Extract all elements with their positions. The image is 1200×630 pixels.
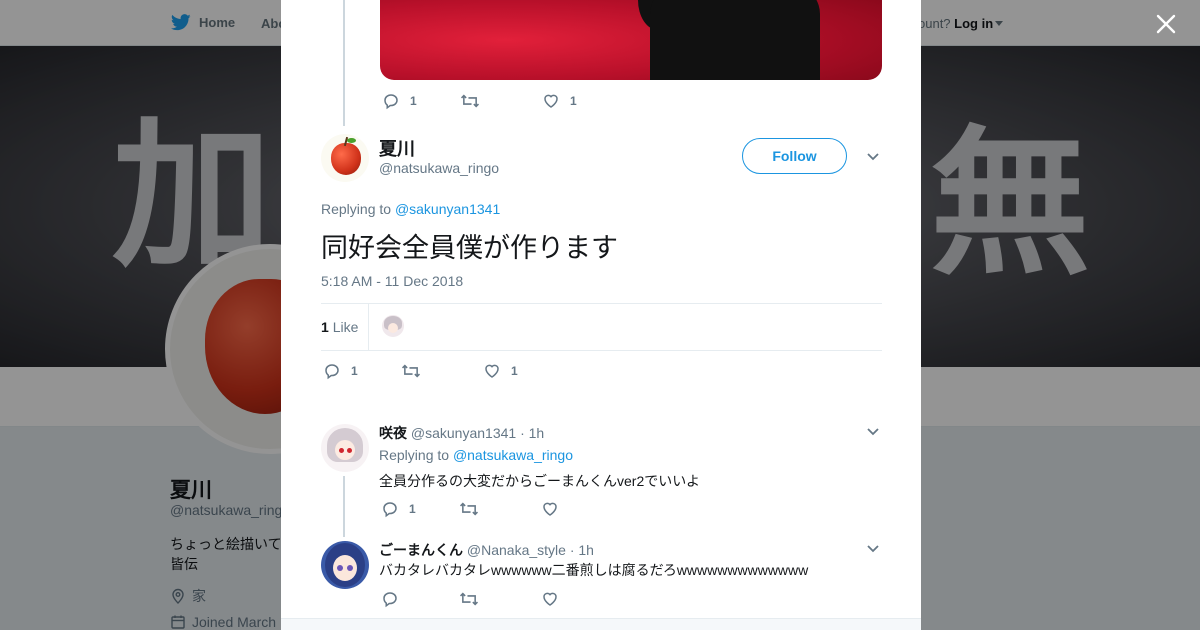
main-tweet-handle[interactable]: @natsukawa_ringo	[379, 160, 499, 176]
like-count: 1	[511, 364, 518, 378]
retweet-icon	[401, 364, 421, 378]
reply-avatar[interactable]	[321, 541, 369, 589]
thread-line-reply	[343, 476, 345, 537]
reply-author-handle[interactable]: @Nanaka_style	[467, 542, 566, 558]
reply-icon	[325, 364, 339, 380]
heart-icon	[544, 94, 558, 108]
likes-stat-label: Like	[332, 319, 359, 335]
replying-to-link[interactable]: @natsukawa_ringo	[453, 447, 573, 463]
reply-button[interactable]: 1	[382, 92, 460, 110]
replying-prefix: Replying to	[379, 447, 450, 463]
reply-icon	[383, 592, 397, 608]
reply-button[interactable]: 1	[381, 500, 459, 518]
like-button[interactable]: 1	[542, 92, 577, 110]
retweet-button[interactable]	[401, 362, 483, 380]
avatar-face	[335, 440, 355, 460]
chevron-down-icon[interactable]	[866, 150, 880, 168]
likes-stat[interactable]: 1 Like	[321, 319, 358, 335]
reply-actions: 1	[381, 500, 559, 518]
retweet-icon	[459, 502, 479, 516]
close-icon[interactable]	[1154, 12, 1178, 36]
replying-to-link[interactable]: @sakunyan1341	[395, 201, 500, 217]
reply-header: 咲夜 @sakunyan1341 · 1h	[379, 423, 544, 443]
reply-count: 1	[409, 502, 416, 516]
heart-icon	[543, 592, 557, 606]
main-tweet-name[interactable]: 夏川	[379, 135, 415, 161]
liker-avatar[interactable]	[382, 315, 404, 337]
main-tweet-timestamp[interactable]: 5:18 AM - 11 Dec 2018	[321, 273, 463, 289]
reply-count: 1	[351, 364, 358, 378]
reply-actions	[381, 590, 559, 608]
avatar-eye	[337, 565, 343, 571]
retweet-button[interactable]	[459, 590, 541, 608]
retweet-button[interactable]	[459, 500, 541, 518]
main-tweet-actions: 1 1	[323, 362, 518, 380]
reply-text: バカタレバカタレwwwwww二番煎しは腐るだろwwwwwwwwwwwww	[379, 562, 809, 578]
avatar-eye	[339, 448, 344, 453]
reply-avatar[interactable]	[321, 424, 369, 472]
thread-line-top	[343, 0, 345, 126]
like-button[interactable]	[541, 500, 559, 518]
avatar-eye	[347, 448, 352, 453]
reply-icon	[384, 94, 398, 110]
retweet-icon	[460, 94, 480, 108]
reply-author-handle[interactable]: @sakunyan1341	[411, 425, 516, 441]
retweet-icon	[459, 592, 479, 606]
apple-leaf	[347, 138, 356, 143]
tweet-stats: 1 Like	[321, 303, 882, 351]
reply-button[interactable]: 1	[323, 362, 401, 380]
previous-tweet-media[interactable]	[380, 0, 882, 80]
reply-icon	[383, 502, 397, 518]
reply-text: 全員分作るの大変だからごーまんくんver2でいいよ	[379, 473, 700, 489]
replying-prefix: Replying to	[321, 201, 392, 217]
reply-replying-to: Replying to @natsukawa_ringo	[379, 447, 573, 463]
heart-icon	[543, 502, 557, 516]
like-count: 1	[570, 94, 577, 108]
reply-author-name[interactable]: 咲夜	[379, 425, 407, 441]
tweet-modal: 1 1 夏川 @natsukawa_ringo Follow Replying …	[281, 0, 921, 630]
likes-stat-count: 1	[321, 319, 329, 335]
main-tweet-text: 同好会全員僕が作ります	[321, 233, 618, 264]
avatar-eye	[347, 565, 353, 571]
retweet-button[interactable]	[460, 92, 542, 110]
reply-button[interactable]	[381, 590, 459, 608]
follow-button[interactable]: Follow	[742, 138, 847, 174]
stats-divider	[368, 304, 369, 350]
previous-tweet-actions: 1 1	[382, 92, 577, 110]
liker-face	[388, 323, 398, 333]
main-tweet-avatar[interactable]	[321, 134, 369, 182]
like-button[interactable]: 1	[483, 362, 518, 380]
main-replying-to: Replying to @sakunyan1341	[321, 201, 500, 217]
chevron-down-icon[interactable]	[866, 542, 880, 560]
heart-icon	[485, 364, 499, 378]
apple-avatar-image	[331, 143, 361, 175]
media-silhouette-body	[650, 0, 820, 80]
reply-time[interactable]: · 1h	[520, 425, 544, 441]
like-button[interactable]	[541, 590, 559, 608]
reply-time[interactable]: · 1h	[570, 542, 594, 558]
chevron-down-icon[interactable]	[866, 425, 880, 443]
reply-count: 1	[410, 94, 417, 108]
reply-header: ごーまんくん @Nanaka_style · 1h	[379, 540, 594, 560]
reply-author-name[interactable]: ごーまんくん	[379, 542, 463, 558]
modal-footer	[281, 618, 921, 630]
